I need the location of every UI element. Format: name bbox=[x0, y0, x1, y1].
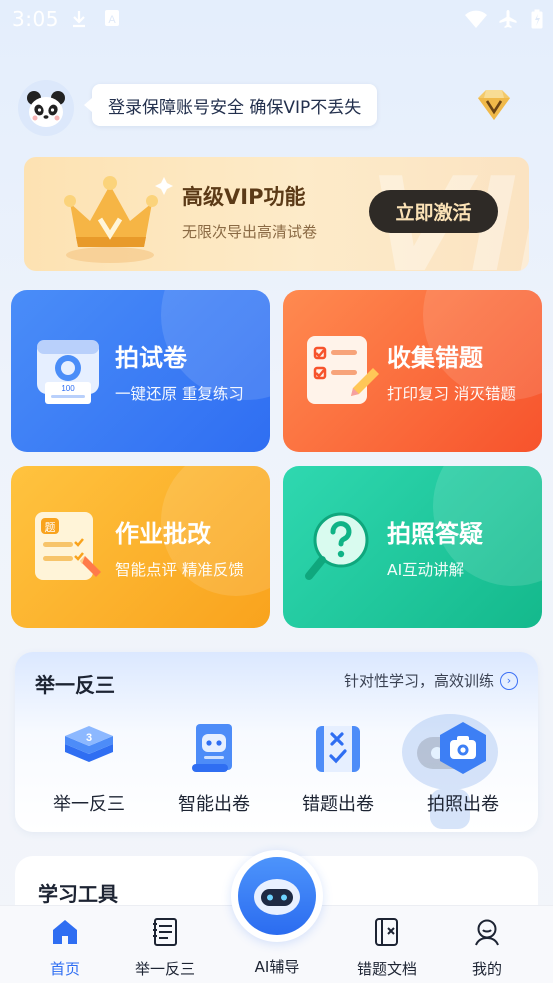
tool-smart-paper[interactable]: 智能出卷 bbox=[159, 720, 269, 816]
status-bar: 3:05 A bbox=[0, 0, 553, 38]
battery-icon bbox=[531, 9, 543, 34]
keyboard-icon: A bbox=[104, 9, 120, 32]
card-title: 作业批改 bbox=[115, 520, 211, 548]
ai-tutor-button[interactable] bbox=[231, 850, 323, 942]
nav-profile[interactable]: 我的 bbox=[432, 906, 542, 983]
checklist-pencil-icon bbox=[307, 336, 379, 404]
tool-label: 举一反三 bbox=[53, 794, 125, 815]
practice-link[interactable]: 针对性学习，高效训练 › bbox=[344, 670, 518, 691]
vip-banner[interactable]: VIP 高级VIP功能 无限次导出高清试卷 立即激活 bbox=[24, 157, 529, 271]
tool-label: 错题出卷 bbox=[302, 794, 374, 815]
profile-icon bbox=[475, 919, 499, 946]
tool-label: 拍照出卷 bbox=[427, 794, 499, 815]
tool-mistake-paper[interactable]: 错题出卷 bbox=[283, 720, 393, 816]
login-notice[interactable]: 登录保障账号安全 确保VIP不丢失 bbox=[83, 84, 378, 126]
practice-title: 举一反三 bbox=[35, 673, 115, 697]
tool-practice[interactable]: 3 举一反三 bbox=[34, 720, 144, 816]
nav-label: 我的 bbox=[471, 960, 502, 978]
practice-link-text: 针对性学习，高效训练 bbox=[343, 672, 494, 690]
nav-label: 错题文档 bbox=[356, 960, 417, 978]
ai-tutor-button-inner bbox=[238, 857, 316, 935]
login-notice-text: 登录保障账号安全 确保VIP不丢失 bbox=[108, 97, 362, 118]
airplane-icon bbox=[498, 9, 518, 34]
nav-mistake-docs[interactable]: 错题文档 bbox=[332, 906, 442, 983]
card-subtitle: AI互动讲解 bbox=[387, 561, 465, 579]
svg-text:100: 100 bbox=[61, 384, 75, 393]
svg-text:题: 题 bbox=[45, 521, 56, 534]
activate-button[interactable]: 立即激活 bbox=[369, 190, 498, 233]
question-magnifier-icon bbox=[305, 512, 369, 580]
card-title: 收集错题 bbox=[387, 344, 483, 372]
card-title: 拍照答疑 bbox=[387, 520, 483, 548]
nav-home[interactable]: 首页 bbox=[10, 906, 120, 983]
tool-label: 智能出卷 bbox=[178, 794, 250, 815]
nav-label: 首页 bbox=[49, 960, 80, 978]
card-photo-paper[interactable]: 100 拍试卷 一键还原 重复练习 bbox=[11, 290, 270, 452]
card-photo-qa[interactable]: 拍照答疑 AI互动讲解 bbox=[283, 466, 542, 628]
stacked-layers-icon: 3 bbox=[65, 726, 113, 762]
card-title: 拍试卷 bbox=[115, 344, 187, 372]
list-book-icon bbox=[153, 918, 177, 946]
robot-scroll-icon bbox=[192, 724, 232, 772]
wifi-icon bbox=[464, 9, 488, 34]
download-icon bbox=[70, 9, 88, 34]
svg-text:3: 3 bbox=[86, 732, 92, 744]
crown-icon bbox=[64, 176, 173, 263]
card-homework-grading[interactable]: 题 作业批改 智能点评 精准反馈 bbox=[11, 466, 270, 628]
nav-practice[interactable]: 举一反三 bbox=[110, 906, 220, 983]
grading-pencil-icon: 题 bbox=[35, 512, 101, 580]
nav-label: 举一反三 bbox=[134, 960, 195, 978]
card-subtitle: 智能点评 精准反馈 bbox=[115, 561, 244, 579]
ai-robot-icon bbox=[254, 879, 300, 915]
study-tools-title: 学习工具 bbox=[38, 882, 118, 906]
practice-section: 举一反三 针对性学习，高效训练 › 3 举一反三 智能出卷 错题出卷 拍照出卷 bbox=[15, 652, 538, 832]
vip-title: 高级VIP功能 bbox=[182, 185, 306, 209]
card-subtitle: 打印复习 消灭错题 bbox=[387, 385, 516, 403]
svg-text:A: A bbox=[108, 14, 116, 26]
vip-subtitle: 无限次导出高清试卷 bbox=[182, 223, 318, 241]
document-x-icon bbox=[375, 918, 398, 946]
card-collect-mistakes[interactable]: 收集错题 打印复习 消灭错题 bbox=[283, 290, 542, 452]
status-time: 3:05 bbox=[12, 7, 59, 31]
tool-photo-paper[interactable]: 拍照出卷 bbox=[408, 720, 518, 816]
camera-hexagon-icon bbox=[440, 722, 486, 774]
panda-avatar-icon bbox=[27, 91, 65, 127]
vip-badge-icon[interactable] bbox=[472, 84, 516, 124]
camera-paper-icon: 100 bbox=[37, 340, 99, 404]
mistake-paper-icon bbox=[316, 726, 360, 772]
card-subtitle: 一键还原 重复练习 bbox=[115, 385, 244, 403]
avatar[interactable] bbox=[18, 80, 74, 136]
chevron-right-icon: › bbox=[500, 671, 518, 690]
nav-label: AI辅导 bbox=[254, 958, 300, 976]
home-icon bbox=[53, 920, 77, 944]
